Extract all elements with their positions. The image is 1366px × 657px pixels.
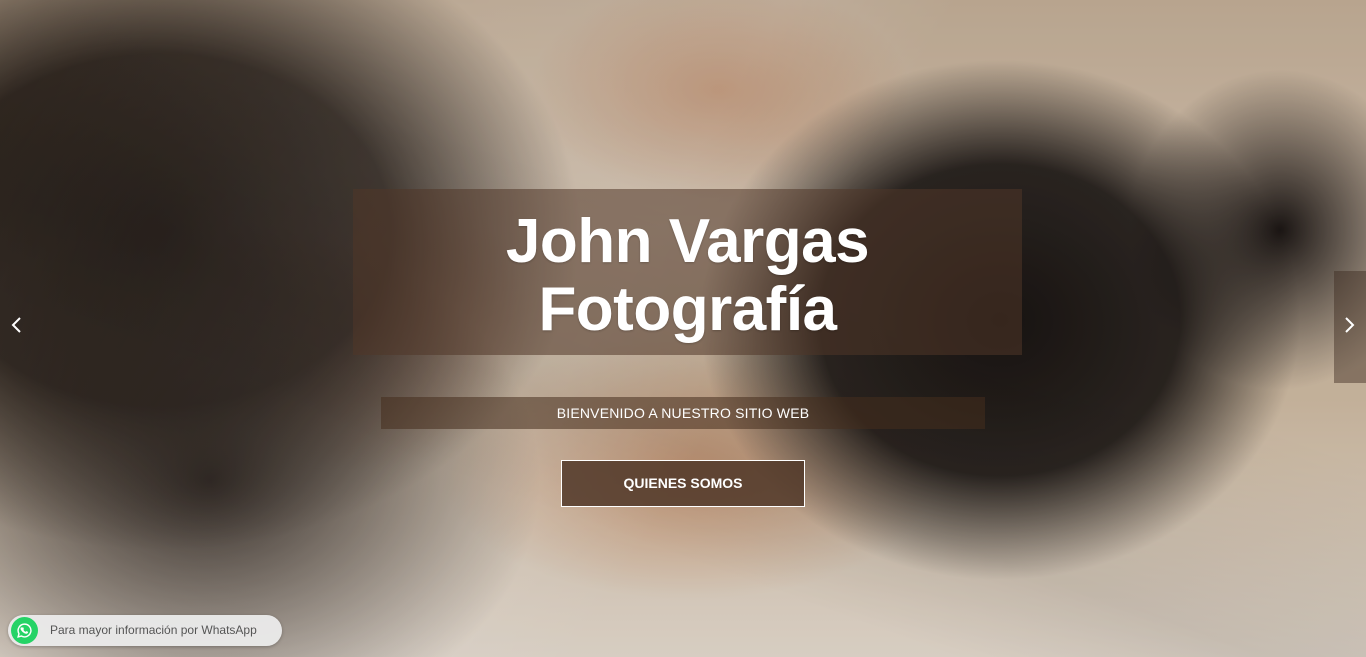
carousel-next-button[interactable] xyxy=(1334,271,1366,383)
chevron-right-icon xyxy=(1344,314,1356,340)
carousel-prev-button[interactable] xyxy=(0,271,32,383)
whatsapp-label: Para mayor información por WhatsApp xyxy=(50,623,257,637)
whatsapp-contact-button[interactable]: Para mayor información por WhatsApp xyxy=(8,615,282,646)
hero-slider: John Vargas Fotografía BIENVENIDO A NUES… xyxy=(0,0,1366,657)
hero-title: John Vargas Fotografía xyxy=(353,208,1022,344)
chevron-left-icon xyxy=(10,314,22,340)
hero-title-line2: Fotografía xyxy=(538,275,837,344)
quienes-somos-button[interactable]: QUIENES SOMOS xyxy=(561,460,805,507)
hero-title-line1: John Vargas xyxy=(505,207,870,276)
whatsapp-icon xyxy=(11,617,38,644)
hero-subtitle: BIENVENIDO A NUESTRO SITIO WEB xyxy=(556,405,810,421)
